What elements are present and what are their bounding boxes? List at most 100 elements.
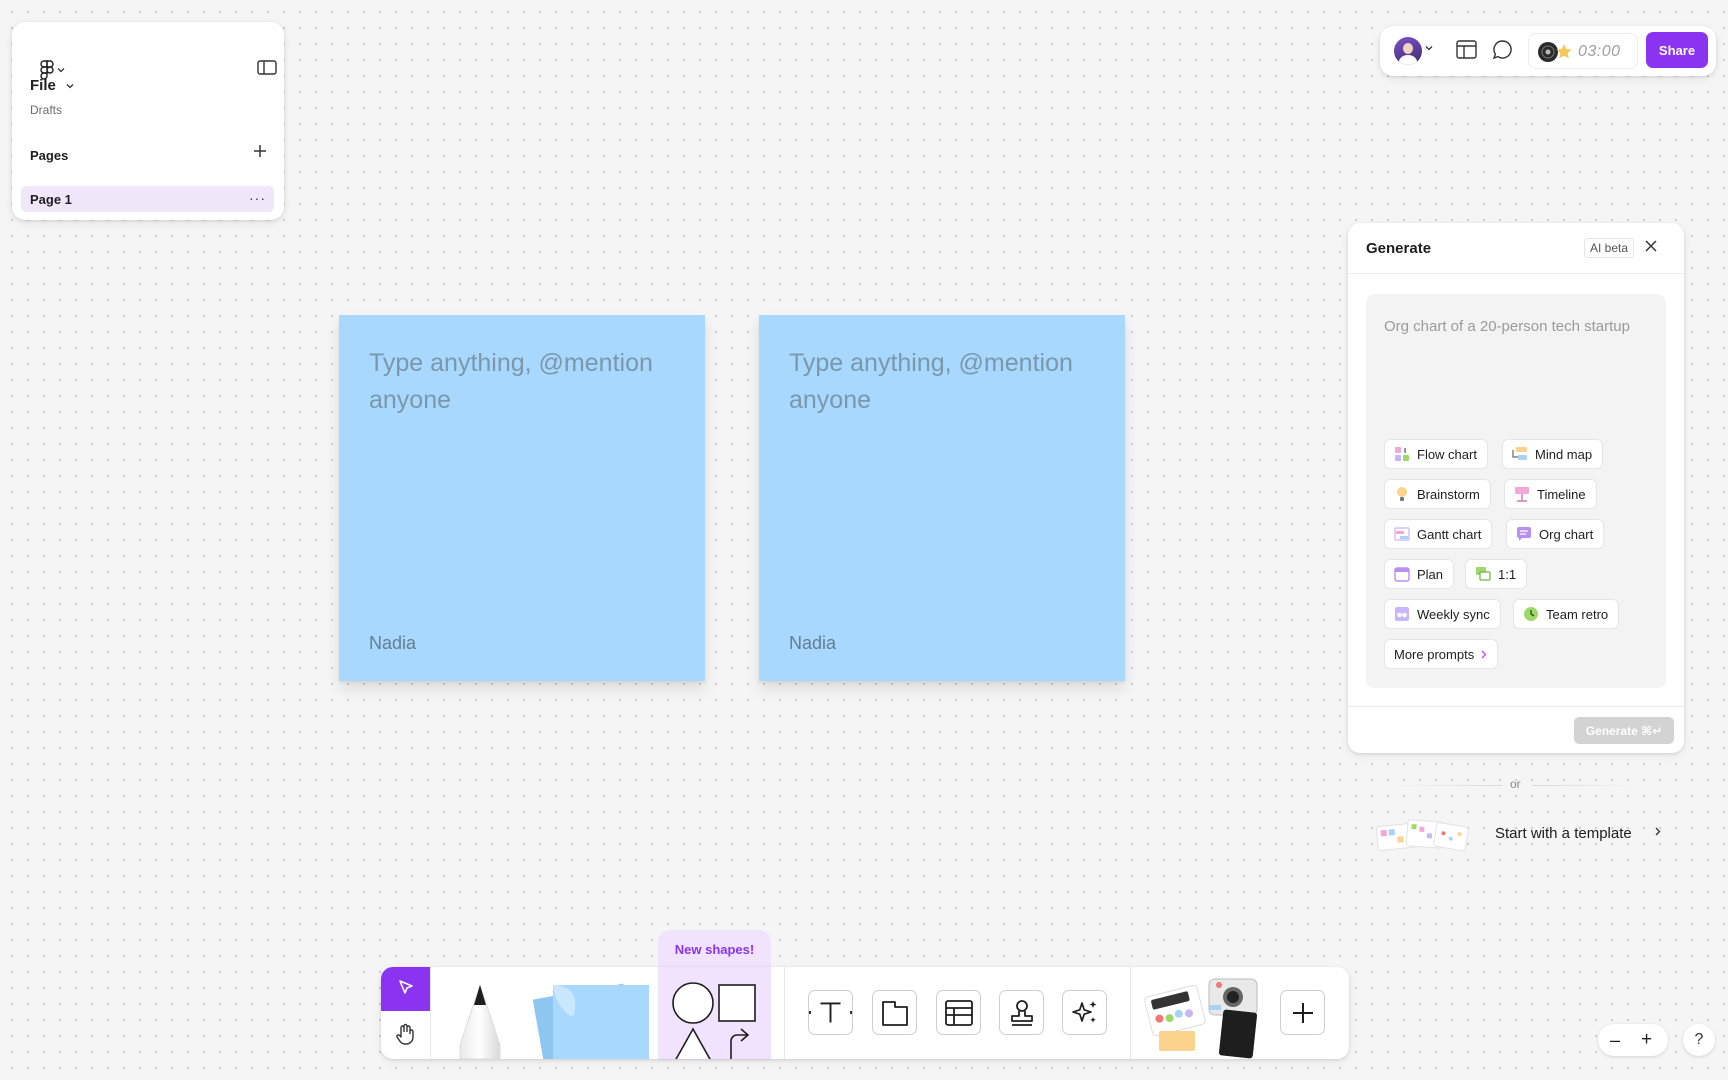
template-thumbnails-icon <box>1375 819 1469 852</box>
timer-value: 03:00 <box>1578 43 1621 60</box>
text-tool-button[interactable] <box>808 990 853 1035</box>
page-item-1[interactable]: Page 1 ··· <box>21 186 274 212</box>
timer-music-icon <box>1538 42 1572 62</box>
chip-label: Mind map <box>1535 446 1593 462</box>
chip-plan[interactable]: Plan <box>1384 559 1455 589</box>
chip-label: Org chart <box>1539 526 1594 542</box>
chip-one-on-one[interactable]: 1:1 <box>1465 559 1528 589</box>
jambot-widgets-icon <box>1144 978 1258 1059</box>
ai-tool-button[interactable] <box>1062 990 1107 1035</box>
generate-button[interactable]: Generate ⌘↵ <box>1574 717 1674 744</box>
gantt-chart-icon <box>1394 527 1410 541</box>
zoom-in-button[interactable]: + <box>1641 1029 1652 1051</box>
plus-icon <box>1292 1002 1313 1023</box>
share-button[interactable]: Share <box>1646 32 1708 68</box>
stamp-icon <box>1010 999 1033 1026</box>
divider <box>1348 273 1684 274</box>
add-page-button[interactable] <box>253 144 267 163</box>
chip-flow-chart[interactable]: Flow chart <box>1384 439 1488 469</box>
comments-button[interactable] <box>1492 39 1513 65</box>
chip-label: Timeline <box>1537 486 1586 502</box>
divider-line <box>1392 785 1502 786</box>
template-link-label: Start with a template <box>1495 825 1632 842</box>
chip-org-chart[interactable]: Org chart <box>1506 519 1605 549</box>
sticky-author: Nadia <box>789 633 837 653</box>
sticky-note[interactable]: Type anything, @mention anyone Nadia <box>759 315 1125 681</box>
clock-icon <box>1524 607 1538 621</box>
file-location[interactable]: Drafts <box>30 103 62 117</box>
pages-heading: Pages <box>30 148 69 163</box>
chip-label: Flow chart <box>1417 446 1477 462</box>
ai-beta-badge: AI beta <box>1584 238 1635 258</box>
generate-panel: Generate AI beta Org chart of a 20-perso… <box>1348 223 1684 753</box>
sticky-placeholder[interactable]: Type anything, @mention anyone <box>369 345 679 419</box>
sidebar-panel-icon <box>257 60 277 75</box>
divider <box>430 967 431 1059</box>
panel-title: Generate <box>1366 240 1432 257</box>
chip-label: Weekly sync <box>1417 606 1490 622</box>
chip-timeline[interactable]: Timeline <box>1504 479 1597 509</box>
table-layout-icon <box>1456 40 1477 59</box>
chip-label: More prompts <box>1394 646 1475 662</box>
sparkles-icon <box>1071 1000 1096 1023</box>
sticky-placeholder[interactable]: Type anything, @mention anyone <box>789 345 1099 419</box>
cursor-arrow-icon <box>399 980 413 994</box>
user-avatar[interactable] <box>1394 37 1422 65</box>
timer-widget[interactable]: 03:00 <box>1528 33 1638 69</box>
hand-tool-button[interactable] <box>393 1022 417 1051</box>
more-tools-button[interactable] <box>1280 990 1325 1035</box>
or-text: or <box>1510 777 1521 791</box>
chip-label: Gantt chart <box>1417 526 1482 542</box>
chevron-down-icon <box>57 68 65 73</box>
select-tool-button[interactable] <box>381 967 430 1011</box>
bottom-toolbar <box>381 967 1349 1059</box>
help-button[interactable]: ? <box>1683 1024 1715 1056</box>
chip-more-prompts[interactable]: More prompts <box>1384 639 1499 669</box>
shapes-tool-button[interactable] <box>661 967 769 1059</box>
weekly-sync-icon <box>1395 607 1409 621</box>
chip-mind-map[interactable]: Mind map <box>1502 439 1604 469</box>
section-tool-button[interactable] <box>872 990 917 1035</box>
chip-team-retro[interactable]: Team retro <box>1513 599 1620 629</box>
mind-map-icon <box>1512 447 1527 460</box>
plus-icon <box>254 145 266 157</box>
chat-bubbles-icon <box>1476 567 1491 581</box>
file-panel: File Drafts Pages Page 1 ··· <box>12 22 284 220</box>
layout-button[interactable] <box>1456 40 1477 64</box>
file-menu[interactable]: File <box>30 77 74 94</box>
chip-label: Plan <box>1417 566 1444 582</box>
start-with-template-link[interactable]: Start with a template <box>1375 815 1675 853</box>
table-icon <box>944 999 973 1026</box>
close-button[interactable] <box>1644 239 1658 258</box>
sticky-author: Nadia <box>369 633 417 653</box>
chip-weekly-sync[interactable]: Weekly sync <box>1384 599 1501 629</box>
chip-brainstorm[interactable]: Brainstorm <box>1384 479 1491 509</box>
chevron-right-icon <box>1481 650 1487 658</box>
zoom-out-button[interactable]: – <box>1610 1030 1620 1051</box>
timeline-icon <box>1515 487 1529 502</box>
chevron-down-icon <box>66 83 74 88</box>
close-icon <box>1645 240 1657 252</box>
widgets-tool-button[interactable] <box>1139 967 1267 1059</box>
chip-gantt-chart[interactable]: Gantt chart <box>1384 519 1493 549</box>
more-options-icon[interactable]: ··· <box>249 190 266 206</box>
sidebar-toggle-button[interactable] <box>257 60 277 80</box>
prompt-input[interactable]: Org chart of a 20-person tech startup <box>1384 313 1644 340</box>
sticky-note[interactable]: Type anything, @mention anyone Nadia <box>339 315 705 681</box>
chip-label: Team retro <box>1546 606 1609 622</box>
divider <box>1348 706 1684 707</box>
table-tool-button[interactable] <box>936 990 981 1035</box>
chip-label: 1:1 <box>1498 566 1517 582</box>
divider <box>1130 967 1131 1059</box>
stamp-tool-button[interactable] <box>999 990 1044 1035</box>
chip-label: Brainstorm <box>1417 486 1480 502</box>
calendar-icon <box>1394 567 1410 582</box>
prompt-area[interactable]: Org chart of a 20-person tech startup Fl… <box>1366 294 1666 688</box>
file-label: File <box>30 77 56 94</box>
sticky-note-tool-button[interactable] <box>529 967 655 1059</box>
pen-tool-button[interactable] <box>435 967 525 1059</box>
chevron-down-icon[interactable] <box>1425 45 1433 51</box>
org-chart-icon <box>1517 527 1531 541</box>
lightbulb-icon <box>1397 487 1407 501</box>
text-icon <box>809 1002 852 1023</box>
